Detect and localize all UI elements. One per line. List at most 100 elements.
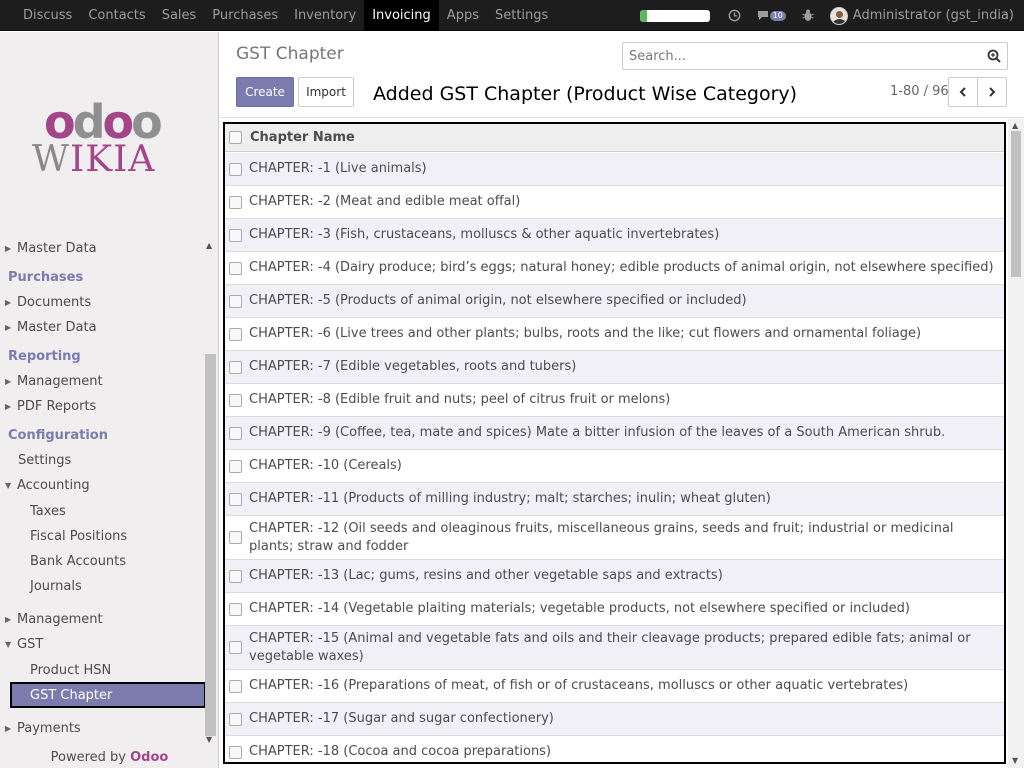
sidebar-item-master-data-purchases[interactable]: ▶ Master Data [0, 316, 205, 338]
sidebar-item-management-config[interactable]: ▶ Management [0, 608, 205, 630]
create-button[interactable]: Create [236, 77, 294, 107]
chapter-name-cell: CHAPTER: -11 (Products of milling indust… [249, 491, 771, 506]
scroll-up-arrow-icon[interactable]: ▲ [1012, 121, 1018, 130]
sidebar-scrollbar-thumb[interactable] [205, 354, 216, 736]
table-row[interactable]: CHAPTER: -8 (Edible fruit and nuts; peel… [225, 384, 1004, 417]
table-row[interactable]: CHAPTER: -18 (Cocoa and cocoa preparatio… [225, 736, 1004, 762]
nav-settings[interactable]: Settings [487, 0, 556, 31]
chapter-name-cell: CHAPTER: -16 (Preparations of meat, of f… [249, 678, 909, 693]
row-checkbox[interactable] [229, 196, 242, 209]
sidebar-item-settings[interactable]: Settings [0, 449, 205, 471]
row-checkbox[interactable] [229, 603, 242, 616]
sidebar-item-fiscal-positions[interactable]: Fiscal Positions [0, 525, 205, 547]
sidebar-item-payments[interactable]: ▶ Payments [0, 717, 205, 739]
sidebar-item-accounting[interactable]: ▼ Accounting [0, 474, 205, 496]
sidebar-item-documents[interactable]: ▶ Documents [0, 291, 205, 313]
caret-right-icon: ▶ [5, 401, 12, 411]
pager-previous-button[interactable] [948, 77, 978, 107]
chapter-name-cell: CHAPTER: -10 (Cereals) [249, 458, 402, 473]
table-row[interactable]: CHAPTER: -9 (Coffee, tea, mate and spice… [225, 417, 1004, 450]
column-header-chapter-name[interactable]: Chapter Name [250, 130, 355, 145]
sidebar-item-management-reporting[interactable]: ▶ Management [0, 370, 205, 392]
table-row[interactable]: CHAPTER: -4 (Dairy produce; bird’s eggs;… [225, 252, 1004, 285]
row-checkbox[interactable] [229, 680, 242, 693]
sidebar-item-product-hsn[interactable]: Product HSN [0, 659, 205, 681]
row-checkbox[interactable] [229, 295, 242, 308]
nav-contacts[interactable]: Contacts [80, 0, 153, 31]
clock-icon[interactable] [728, 9, 741, 22]
table-row[interactable]: CHAPTER: -1 (Live animals) [225, 153, 1004, 186]
row-checkbox[interactable] [229, 328, 242, 341]
search-icon[interactable] [987, 49, 1001, 63]
table-row[interactable]: CHAPTER: -15 (Animal and vegetable fats … [225, 626, 1004, 670]
chevron-left-icon [959, 87, 966, 97]
row-checkbox[interactable] [229, 262, 242, 275]
row-checkbox[interactable] [229, 394, 242, 407]
sidebar-item-pdf-reports[interactable]: ▶ PDF Reports [0, 395, 205, 417]
messages-icon[interactable]: 10 [757, 10, 786, 21]
chapter-name-cell: CHAPTER: -1 (Live animals) [249, 161, 427, 176]
list-scrollbar-thumb[interactable] [1011, 131, 1021, 277]
table-row[interactable]: CHAPTER: -11 (Products of milling indust… [225, 483, 1004, 516]
powered-by-brand[interactable]: Odoo [130, 750, 168, 765]
search-input[interactable] [629, 48, 969, 64]
sidebar-item-journals[interactable]: Journals [0, 575, 205, 597]
sidebar-item-label: GST [17, 636, 44, 652]
sidebar-item-bank-accounts[interactable]: Bank Accounts [0, 550, 205, 572]
sidebar-item-master-data-top[interactable]: ▶ Master Data [0, 237, 205, 259]
nav-purchases[interactable]: Purchases [204, 0, 286, 31]
sidebar-item-label: PDF Reports [17, 398, 97, 414]
row-checkbox[interactable] [229, 361, 242, 374]
table-row[interactable]: CHAPTER: -14 (Vegetable plaiting materia… [225, 593, 1004, 626]
nav-invoicing[interactable]: Invoicing [364, 0, 439, 31]
progress-bar[interactable] [639, 9, 710, 22]
sidebar-item-label: Accounting [17, 477, 90, 493]
table-row[interactable]: CHAPTER: -12 (Oil seeds and oleaginous f… [225, 516, 1004, 560]
row-checkbox[interactable] [229, 493, 242, 506]
row-checkbox[interactable] [229, 229, 242, 242]
logo-wikia-text: WIKIA [32, 139, 156, 180]
table-row[interactable]: CHAPTER: -16 (Preparations of meat, of f… [225, 670, 1004, 703]
caret-right-icon: ▶ [5, 723, 12, 733]
user-menu[interactable]: Administrator (gst_india) [829, 6, 1014, 25]
table-row[interactable]: CHAPTER: -3 (Fish, crustaceans, molluscs… [225, 219, 1004, 252]
scroll-down-arrow-icon[interactable]: ▼ [206, 735, 212, 744]
table-row[interactable]: CHAPTER: -7 (Edible vegetables, roots an… [225, 351, 1004, 384]
table-row[interactable]: CHAPTER: -17 (Sugar and sugar confection… [225, 703, 1004, 736]
row-checkbox[interactable] [229, 641, 242, 654]
pager-value[interactable]: 1-80 / 96 [890, 84, 949, 99]
row-checkbox[interactable] [229, 460, 242, 473]
bug-icon[interactable] [802, 9, 814, 22]
sidebar-item-taxes[interactable]: Taxes [0, 500, 205, 522]
nav-sales[interactable]: Sales [154, 0, 205, 31]
navbar-systray: 10 Administrator (gst_india) [639, 0, 1014, 31]
row-checkbox[interactable] [229, 531, 242, 544]
nav-inventory[interactable]: Inventory [286, 0, 364, 31]
nav-apps[interactable]: Apps [439, 0, 487, 31]
sidebar-item-label: Payments [17, 720, 81, 736]
sidebar-item-label: Product HSN [30, 662, 112, 678]
table-row[interactable]: CHAPTER: -2 (Meat and edible meat offal) [225, 186, 1004, 219]
import-button[interactable]: Import [298, 77, 354, 107]
chevron-right-icon [989, 87, 996, 97]
scroll-down-arrow-icon[interactable]: ▼ [1012, 756, 1018, 765]
sidebar-header-purchases: Purchases [8, 270, 84, 285]
table-row[interactable]: CHAPTER: -5 (Products of animal origin, … [225, 285, 1004, 318]
table-row[interactable]: CHAPTER: -10 (Cereals) [225, 450, 1004, 483]
table-row[interactable]: CHAPTER: -6 (Live trees and other plants… [225, 318, 1004, 351]
row-checkbox[interactable] [229, 427, 242, 440]
select-all-checkbox[interactable] [229, 131, 242, 144]
avatar [829, 6, 848, 25]
row-checkbox[interactable] [229, 570, 242, 583]
nav-discuss[interactable]: Discuss [15, 0, 80, 31]
sidebar-item-gst-chapter[interactable]: GST Chapter [10, 682, 206, 708]
table-row[interactable]: CHAPTER: -13 (Lac; gums, resins and othe… [225, 560, 1004, 593]
row-checkbox[interactable] [229, 713, 242, 726]
powered-by: Powered by Odoo [0, 750, 219, 765]
scroll-up-arrow-icon[interactable]: ▲ [206, 241, 212, 250]
chapter-name-cell: CHAPTER: -17 (Sugar and sugar confection… [249, 711, 554, 726]
row-checkbox[interactable] [229, 746, 242, 759]
pager-next-button[interactable] [977, 77, 1007, 107]
row-checkbox[interactable] [229, 163, 242, 176]
sidebar-item-gst[interactable]: ▼ GST [0, 633, 205, 655]
